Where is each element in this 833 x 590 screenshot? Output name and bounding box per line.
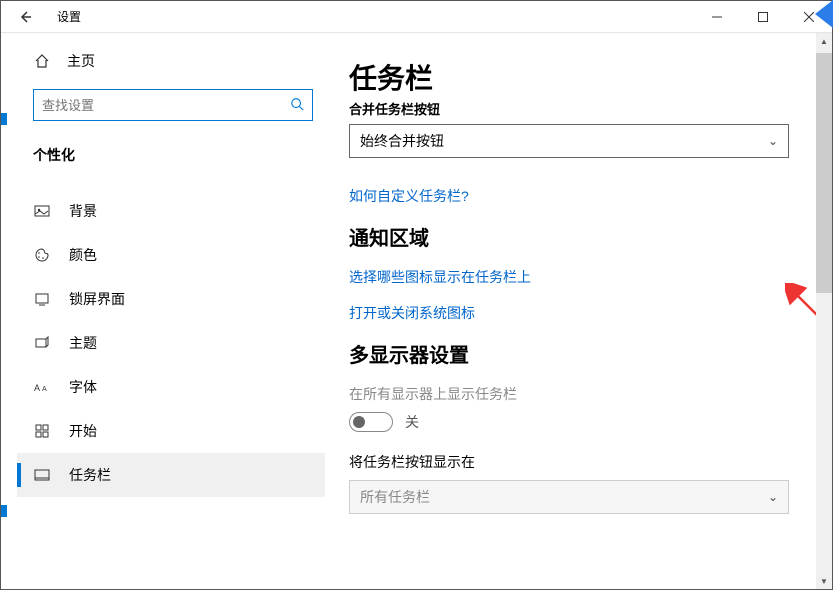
scroll-up-arrow[interactable]: ▲ — [816, 33, 832, 49]
combine-dropdown-value: 始终合并按钮 — [360, 131, 768, 151]
sidebar-item-taskbar[interactable]: 任务栏 — [17, 453, 325, 497]
page-title: 任务栏 — [349, 57, 800, 97]
notification-area-header: 通知区域 — [349, 222, 800, 251]
customize-taskbar-link[interactable]: 如何自定义任务栏? — [349, 186, 800, 206]
content-area: 主页 个性化 背景 颜色 锁屏 — [1, 33, 832, 589]
scrollbar-thumb[interactable] — [816, 53, 832, 293]
sidebar-item-themes[interactable]: 主题 — [17, 321, 325, 365]
edge-accent-1 — [1, 113, 7, 125]
sidebar-item-colors[interactable]: 颜色 — [17, 233, 325, 277]
sidebar-item-label: 任务栏 — [69, 465, 111, 485]
home-link[interactable]: 主页 — [17, 41, 325, 81]
themes-icon — [33, 334, 51, 352]
search-input[interactable] — [42, 98, 290, 113]
home-icon — [33, 52, 51, 70]
show-buttons-label: 将任务栏按钮显示在 — [349, 452, 800, 472]
sidebar-item-label: 开始 — [69, 421, 97, 441]
sidebar-item-start[interactable]: 开始 — [17, 409, 325, 453]
toggle-state-label: 关 — [405, 412, 419, 432]
vertical-scrollbar[interactable]: ▲ ▼ — [816, 33, 832, 589]
sidebar-item-label: 背景 — [69, 201, 97, 221]
search-container — [17, 81, 325, 129]
left-edge-strip — [1, 33, 17, 589]
scroll-down-arrow[interactable]: ▼ — [816, 573, 832, 589]
taskbar-icon — [33, 466, 51, 484]
show-buttons-dropdown[interactable]: 所有任务栏 ⌄ — [349, 480, 789, 514]
sidebar: 主页 个性化 背景 颜色 锁屏 — [17, 33, 325, 589]
show-all-displays-label: 在所有显示器上显示任务栏 — [349, 384, 800, 404]
sidebar-item-label: 主题 — [69, 333, 97, 353]
fonts-icon: AA — [33, 378, 51, 396]
svg-text:A: A — [34, 383, 40, 393]
show-all-toggle-row: 关 — [349, 412, 800, 432]
lockscreen-icon — [33, 290, 51, 308]
sidebar-section-title: 个性化 — [17, 129, 325, 173]
show-all-toggle[interactable] — [349, 412, 393, 432]
main-panel: 任务栏 合并任务栏按钮 始终合并按钮 ⌄ 如何自定义任务栏? 通知区域 选择哪些… — [325, 33, 832, 589]
search-input-box[interactable] — [33, 89, 313, 121]
picture-icon — [33, 202, 51, 220]
titlebar: 设置 — [1, 1, 832, 33]
minimize-button[interactable] — [694, 1, 740, 33]
edge-accent-2 — [1, 505, 7, 517]
home-label: 主页 — [67, 51, 95, 71]
start-icon — [33, 422, 51, 440]
combine-label: 合并任务栏按钮 — [349, 99, 800, 118]
palette-icon — [33, 246, 51, 264]
svg-text:A: A — [42, 386, 47, 393]
sidebar-item-background[interactable]: 背景 — [17, 189, 325, 233]
close-icon — [804, 12, 814, 22]
chevron-down-icon: ⌄ — [768, 134, 778, 148]
sidebar-item-label: 颜色 — [69, 245, 97, 265]
sidebar-item-fonts[interactable]: AA 字体 — [17, 365, 325, 409]
minimize-icon — [712, 12, 722, 22]
sidebar-item-lockscreen[interactable]: 锁屏界面 — [17, 277, 325, 321]
sidebar-item-label: 字体 — [69, 377, 97, 397]
arrow-left-icon — [17, 9, 33, 25]
search-icon — [290, 97, 304, 114]
multi-display-header: 多显示器设置 — [349, 339, 800, 368]
settings-window: 设置 主页 — [0, 0, 833, 590]
back-button[interactable] — [1, 1, 49, 33]
window-controls — [694, 1, 832, 33]
system-icons-link[interactable]: 打开或关闭系统图标 — [349, 303, 800, 323]
window-title: 设置 — [49, 8, 694, 25]
select-icons-link[interactable]: 选择哪些图标显示在任务栏上 — [349, 267, 800, 287]
sidebar-item-label: 锁屏界面 — [69, 289, 125, 309]
maximize-icon — [758, 12, 768, 22]
chevron-down-icon: ⌄ — [768, 490, 778, 504]
combine-dropdown[interactable]: 始终合并按钮 ⌄ — [349, 124, 789, 158]
show-buttons-value: 所有任务栏 — [360, 487, 768, 507]
toggle-knob — [353, 416, 365, 428]
maximize-button[interactable] — [740, 1, 786, 33]
